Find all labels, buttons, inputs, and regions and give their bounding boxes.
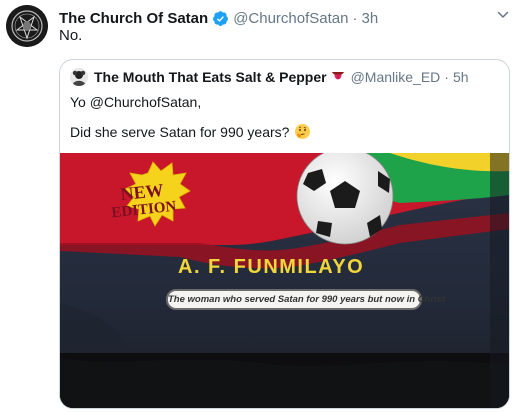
verified-badge-icon (213, 10, 229, 26)
author-handle[interactable]: @ChurchofSatan (233, 10, 348, 27)
quoted-tweet-header: The Mouth That Eats Salt & Pepper @Manli… (70, 68, 469, 86)
church-of-satan-avatar[interactable] (6, 5, 48, 47)
thinking-face-icon (295, 124, 311, 139)
tweet-timestamp[interactable]: 3h (361, 10, 378, 27)
chevron-down-icon[interactable] (497, 9, 509, 21)
quoted-tweet-line1: Yo @ChurchofSatan, (70, 94, 202, 110)
quoted-author-avatar[interactable] (70, 68, 88, 86)
author-name[interactable]: The Church Of Satan (59, 10, 208, 27)
quoted-tweet-image[interactable]: NEW EDITION A. F. FUNMILAYO The woman wh… (60, 153, 509, 408)
tongue-emoji-icon (331, 72, 344, 80)
tweet-header: The Church Of Satan @ChurchofSatan · 3h (59, 8, 378, 28)
quoted-tweet-timestamp: 5h (452, 69, 469, 85)
quoted-author-handle: @Manlike_ED (350, 69, 441, 85)
quoted-separator-dot: · (444, 69, 449, 85)
quoted-author-name: The Mouth That Eats Salt & Pepper (94, 69, 327, 85)
quoted-tweet[interactable]: The Mouth That Eats Salt & Pepper @Manli… (59, 59, 510, 409)
book-author-name: A. F. FUNMILAYO (178, 256, 365, 278)
tweet[interactable]: The Church Of Satan @ChurchofSatan · 3h … (0, 0, 516, 412)
tweet-text: No. (59, 27, 83, 44)
separator-dot: · (352, 9, 358, 27)
book-subtitle: The woman who served Satan for 990 years… (166, 289, 445, 310)
quoted-tweet-line2: Did she serve Satan for 990 years? (70, 123, 290, 140)
quoted-tweet-line2-row: Did she serve Satan for 990 years? (70, 123, 311, 140)
